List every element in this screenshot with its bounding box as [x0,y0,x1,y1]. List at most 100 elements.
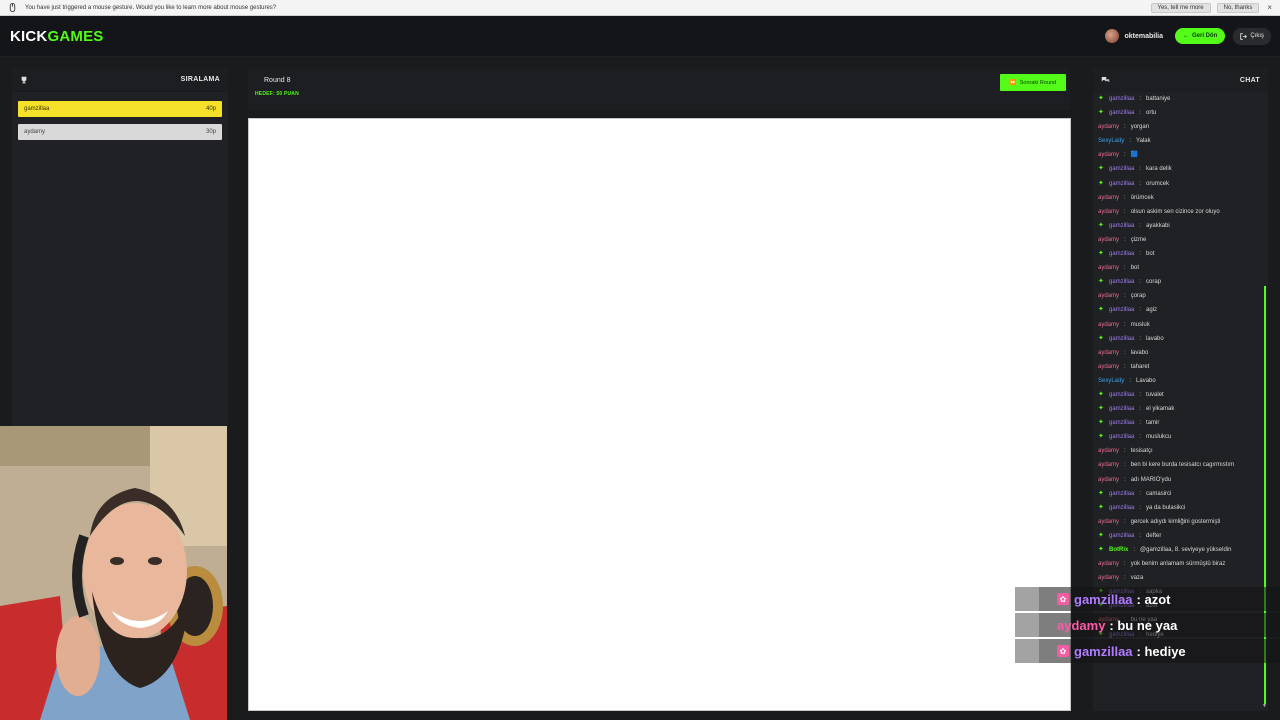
learn-more-button[interactable]: Yes, tell me more [1150,2,1211,13]
logout-icon [1240,32,1248,40]
gesture-notification-bar: You have just triggered a mouse gesture.… [0,0,1280,16]
chat-username[interactable]: aydamy [1098,461,1119,469]
chat-text: adı MARIO'ydu [1130,476,1172,483]
chat-message: aydamy: lavabo [1098,349,1260,363]
chat-username[interactable]: aydamy [1098,194,1119,202]
chat-username[interactable]: aydamy [1098,236,1119,244]
chat-username[interactable]: aydamy [1098,363,1119,371]
dismiss-button[interactable]: No, thanks [1216,2,1260,13]
chat-separator: : [1124,194,1126,201]
chat-message: ✦ gamzillaa: ya da bulasikci [1098,504,1260,518]
chat-username[interactable]: aydamy [1098,292,1119,300]
chat-username[interactable]: gamzillaa [1109,109,1134,117]
ranking-panel: SIRALAMA gamzillaa 40p aydamy 30p [12,68,228,428]
chat-username[interactable]: aydamy [1098,349,1119,357]
back-button[interactable]: ← Geri Dön [1174,28,1226,44]
chat-username[interactable]: gamzillaa [1109,222,1134,230]
round-goal: HEDEF: 50 PUAN [255,91,299,97]
close-icon[interactable]: × [1267,3,1272,12]
chat-username[interactable]: gamzillaa [1109,405,1134,413]
chat-separator: : [1139,490,1142,497]
chat-username[interactable]: aydamy [1098,151,1119,159]
username: oktemabilia [1124,32,1163,40]
chat-message: ✦ gamzillaa: defter [1098,532,1260,546]
sparkle-badge-icon: ✦ [1098,250,1104,258]
chat-text: lavabo [1146,335,1164,342]
chat-username[interactable]: gamzillaa [1109,419,1134,427]
chat-username[interactable]: gamzillaa [1109,335,1134,343]
overlay-text: : hediye [1136,643,1186,659]
chat-username[interactable]: gamzillaa [1109,95,1134,103]
chat-username[interactable]: gamzillaa [1109,306,1134,314]
overlay-message: ✿ gamzillaa: hediye [1015,639,1280,663]
exit-button[interactable]: Çıkış [1233,27,1271,45]
overlay-timestamp [1015,587,1039,611]
chat-separator: : [1124,476,1126,483]
chat-username[interactable]: aydamy [1098,476,1119,484]
chat-username[interactable]: gamzillaa [1109,165,1134,173]
chat-username[interactable]: aydamy [1098,560,1119,568]
chat-username[interactable]: gamzillaa [1109,180,1134,188]
chat-username[interactable]: gamzillaa [1109,433,1134,441]
user-profile[interactable]: oktemabilia [1105,29,1163,43]
stream-chat-overlay: ✿ gamzillaa: azot aydamy: bu ne yaa ✿ gamzil… [1015,587,1280,665]
chat-message-list[interactable]: ✦ gamzillaa: battaniye ✦ gamzillaa: ortu aydam… [1098,95,1260,645]
chat-message: aydamy: yorgan [1098,123,1260,137]
chat-text: vaza [1130,575,1144,582]
player-points: 40p [205,106,216,112]
chat-username[interactable]: SexyLady [1098,137,1124,145]
sparkle-badge-icon: ✦ [1098,278,1104,286]
chat-message: aydamy: adı MARIO'ydu [1098,476,1260,490]
sparkle-badge-icon: ✦ [1098,306,1104,314]
chat-text: 🟦 [1130,152,1139,159]
chat-text: camasirci [1146,490,1172,497]
logo[interactable]: KICKGAMES [10,28,103,45]
chat-text: el yikamak [1146,406,1175,413]
chat-username[interactable]: aydamy [1098,123,1119,131]
sparkle-badge-icon: ✦ [1098,531,1104,539]
sparkle-badge-icon: ✦ [1098,179,1104,187]
chat-username[interactable]: aydamy [1098,447,1119,455]
chat-username[interactable]: SexyLady [1098,377,1124,385]
chat-separator: : [1124,265,1126,272]
next-round-button[interactable]: ⏩ Sonraki Round [1000,74,1066,91]
chat-text: tuvalet [1146,391,1164,398]
chat-username[interactable]: BotRix [1109,546,1128,554]
chat-text: orumcek [1146,180,1170,187]
chat-username[interactable]: gamzillaa [1109,504,1134,512]
chat-message: aydamy: çizme [1098,236,1260,250]
chat-username[interactable]: aydamy [1098,321,1119,329]
chat-username[interactable]: gamzillaa [1109,250,1134,258]
chat-username[interactable]: gamzillaa [1109,391,1134,399]
chat-separator: : [1139,279,1142,286]
chat-username[interactable]: aydamy [1098,208,1119,216]
chat-message: aydamy: bot [1098,264,1260,278]
drawing-canvas[interactable] [248,118,1071,711]
chat-message: aydamy: gercek adıydı kimliğini gostermiş… [1098,518,1260,532]
chat-message: ✦ gamzillaa: tamir [1098,419,1260,433]
chat-username[interactable]: gamzillaa [1109,278,1134,286]
chat-message: ✦ gamzillaa: ayakkabi [1098,222,1260,236]
chat-separator: : [1124,293,1126,300]
chat-separator: : [1124,561,1126,568]
chat-separator: : [1129,377,1132,384]
chat-username[interactable]: aydamy [1098,518,1119,526]
chat-separator: : [1139,532,1142,539]
chat-separator: : [1139,504,1142,511]
chat-separator: : [1139,251,1142,258]
sparkle-badge-icon: ✦ [1098,489,1104,497]
chat-username[interactable]: aydamy [1098,264,1119,272]
arrow-left-icon: ← [1182,33,1189,39]
chat-username[interactable]: gamzillaa [1109,490,1134,498]
chat-message: aydamy: tesisatçı [1098,447,1260,461]
chat-username[interactable]: aydamy [1098,574,1119,582]
sparkle-badge-icon: ✦ [1098,165,1104,173]
sparkle-badge-icon: ✦ [1098,503,1104,511]
chat-text: battaniye [1146,96,1171,102]
chat-username[interactable]: gamzillaa [1109,532,1134,540]
chat-message: ✦ gamzillaa: camasirci [1098,490,1260,504]
scroll-down-icon[interactable]: ▼ [1262,703,1267,709]
chat-message: aydamy: 🟦 [1098,151,1260,165]
chat-separator: : [1139,335,1142,342]
fast-forward-icon: ⏩ [1009,79,1017,86]
